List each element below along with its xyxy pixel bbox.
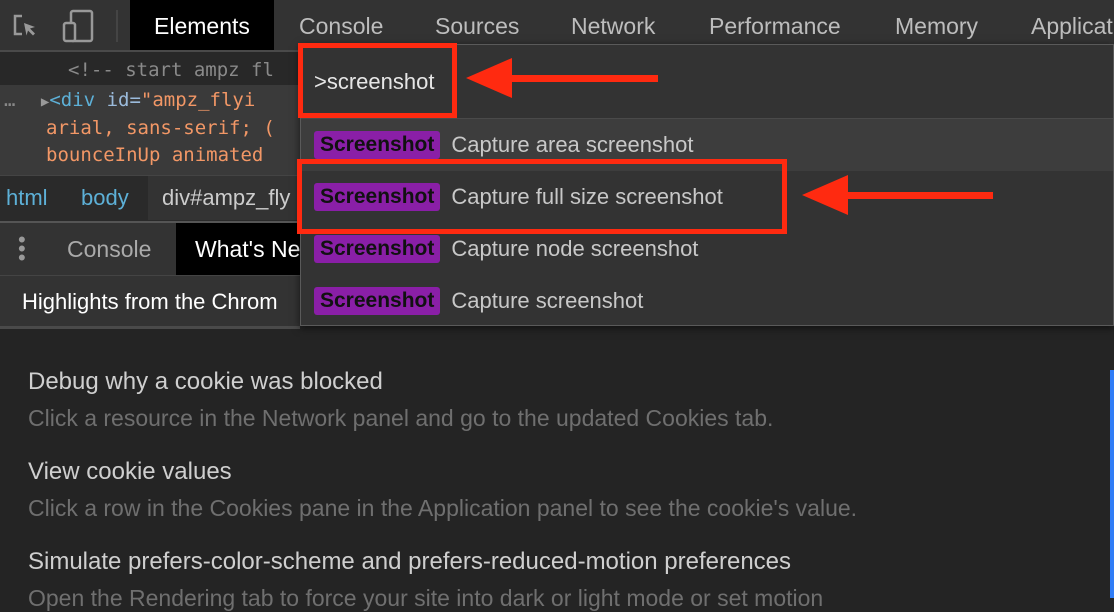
- dom-tree: <!-- start ampz fl … ▶<div id="ampz_flyi…: [0, 52, 300, 175]
- annotation-arrow-shaft: [505, 75, 658, 82]
- toolbar-divider: [116, 10, 118, 42]
- annotation-arrow-shaft: [840, 192, 993, 199]
- drawer-tab-whats-new[interactable]: What's Ne: [176, 223, 300, 275]
- category-badge: Screenshot: [314, 287, 441, 315]
- page-edge: [1110, 370, 1114, 598]
- command-label: Capture area screenshot: [451, 132, 694, 157]
- drawer-tabbar: • • • Console What's Ne: [0, 221, 300, 275]
- device-toolbar-icon[interactable]: [62, 9, 94, 43]
- attr-name: id=: [106, 89, 141, 111]
- dom-comment: <!-- start ampz fl: [68, 59, 274, 81]
- inspect-element-icon[interactable]: [12, 13, 40, 41]
- highlight-desc: Click a row in the Cookies pane in the A…: [28, 495, 858, 521]
- annotation-box-item: [297, 159, 787, 234]
- crumb-html[interactable]: html: [6, 176, 48, 220]
- highlight-desc: Open the Rendering tab to force your sit…: [28, 585, 824, 611]
- attr-value-cont: bounceInUp animated: [46, 144, 264, 166]
- annotation-box-input: [298, 43, 457, 118]
- crumb-body[interactable]: body: [81, 176, 129, 220]
- tab-elements[interactable]: Elements: [130, 0, 274, 50]
- more-icon[interactable]: …: [4, 89, 15, 111]
- category-badge: Screenshot: [314, 235, 441, 263]
- tab-network[interactable]: Network: [571, 0, 655, 50]
- drawer-tab-console[interactable]: Console: [67, 223, 151, 275]
- command-label: Capture screenshot: [451, 288, 644, 313]
- command-item[interactable]: Screenshot Capture screenshot: [301, 275, 1113, 327]
- more-vertical-icon[interactable]: • • •: [18, 229, 30, 269]
- attr-value: "ampz_flyi: [140, 89, 256, 111]
- highlight-title[interactable]: Debug why a cookie was blocked: [28, 368, 383, 396]
- tab-performance[interactable]: Performance: [709, 0, 841, 50]
- annotation-arrow-icon: [802, 175, 848, 215]
- annotation-arrow-icon: [466, 58, 512, 98]
- command-label: Capture node screenshot: [451, 236, 699, 261]
- highlight-title[interactable]: Simulate prefers-color-scheme and prefer…: [28, 548, 791, 576]
- tab-memory[interactable]: Memory: [895, 0, 978, 50]
- category-badge: Screenshot: [314, 131, 441, 159]
- crumb-div[interactable]: div#ampz_fly: [148, 176, 300, 220]
- dom-node-line[interactable]: … ▶<div id="ampz_flyi: [0, 85, 300, 115]
- highlight-desc: Click a resource in the Network panel an…: [28, 405, 774, 431]
- highlight-title[interactable]: View cookie values: [28, 458, 232, 486]
- attr-value-cont: arial, sans-serif; (: [46, 117, 275, 139]
- whats-new-content: Debug why a cookie was blocked Click a r…: [0, 332, 1114, 611]
- tag-name: <div: [49, 89, 96, 111]
- tab-application[interactable]: Applicat: [1031, 0, 1113, 50]
- whats-new-header: Highlights from the Chrom: [0, 275, 300, 329]
- breadcrumb: html body div#ampz_fly: [0, 175, 300, 221]
